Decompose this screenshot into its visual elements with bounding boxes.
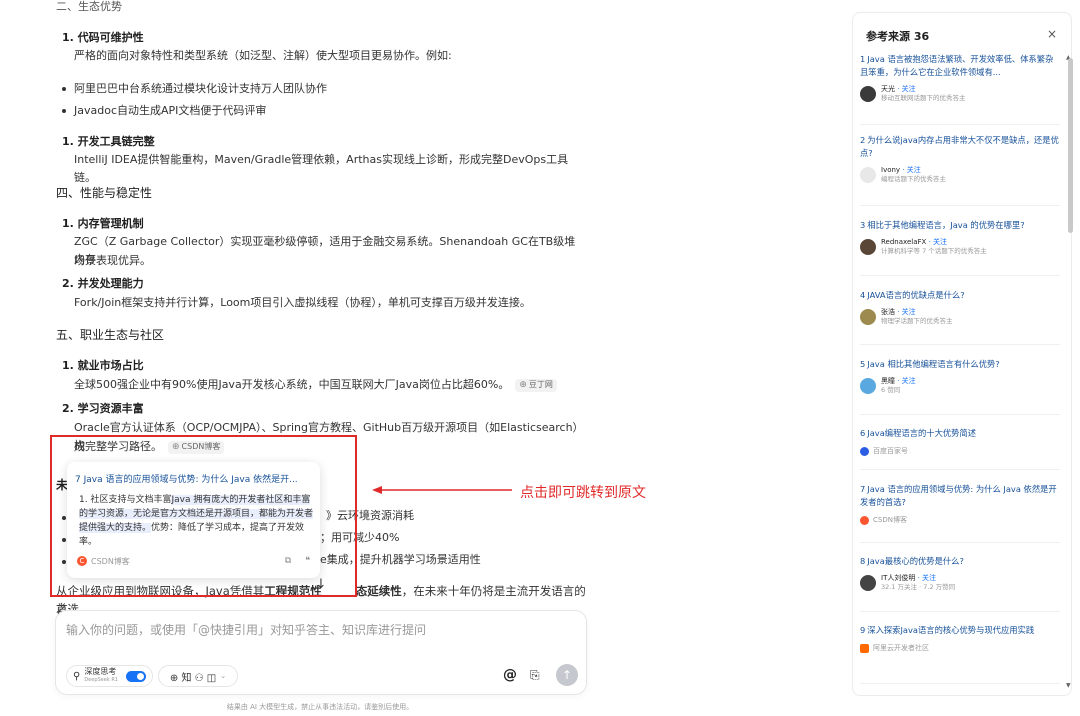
list-item-title: 1. 内存管理机制 (62, 217, 144, 230)
highlight-box (50, 435, 357, 597)
paragraph: Fork/Join框架支持并行计算，Loom项目引入虚拟线程（协程），单机可支撑… (74, 296, 531, 309)
close-icon[interactable]: × (1045, 27, 1059, 41)
section-heading: 二、生态优势 (56, 0, 122, 13)
list-item-title: 1. 就业市场占比 (62, 359, 144, 372)
disclaimer: 结果由 AI 大模型生成，禁止从事违法活动，请鉴别后使用。 (226, 703, 414, 711)
question-input-box[interactable]: 输入你的问题，或使用「@快捷引用」对知乎答主、知识库进行提问 ⚲ 深度思考 De… (55, 610, 587, 695)
reference-item[interactable]: 9 深入探索Java语言的核心优势与现代应用实践 阿里云开发者社区 (860, 624, 1060, 653)
list-item-title: 1. 开发工具链完整 (62, 135, 155, 148)
deep-think-label: 深度思考 (84, 667, 117, 676)
paragraph: e集成，提升机器学习场景适用性 (320, 553, 481, 566)
avatar (860, 86, 876, 102)
list-item-title: 2. 学习资源丰富 (62, 402, 144, 415)
avatar (860, 239, 876, 255)
paragraph: IntelliJ IDEA提供智能重构，Maven/Gradle管理依赖，Art… (74, 153, 569, 184)
annotation-text: 点击即可跳转到原文 (520, 485, 646, 501)
csdn-logo-icon (860, 515, 869, 525)
list-item-title: 2. 并发处理能力 (62, 277, 144, 290)
send-button[interactable]: ↑ (556, 664, 578, 686)
attachment-icon[interactable]: ⎘ (530, 668, 540, 683)
search-scope-selector[interactable]: ⊕ 知 ⚇ ◫ ⌄ (158, 665, 238, 687)
deep-think-model: DeepSeek R1 (84, 677, 118, 683)
reference-item[interactable]: 2 为什么说java内存占用非常大不仅不是缺点，还是优点? Ivony · 关注 … (860, 134, 1060, 184)
bullet-item: 阿里巴巴中台系统通过模块化设计支持万人团队协作 (62, 81, 327, 97)
baidu-logo-icon (860, 446, 869, 456)
deep-think-toggle[interactable]: ⚲ 深度思考 DeepSeek R1 (66, 665, 153, 687)
reference-item[interactable]: 5 Java 相比其他编程语言有什么优势? 黑瞳 · 关注 6 赞同 (860, 358, 1060, 395)
answer-content: 二、生态优势 1. 代码可维护性 严格的面向对象特性和类型系统（如泛型、注解）使… (0, 0, 600, 716)
avatar (860, 309, 876, 325)
reference-panel: 参考来源 36 × 1 Java 语言被抱怨语法繁琐、开发效率低、体系繁杂且笨重，… (852, 12, 1072, 696)
avatar (860, 575, 876, 591)
avatar (860, 167, 876, 183)
paragraph: 严格的面向对象特性和类型系统（如泛型、注解）使大型项目更易协作。例如: (74, 49, 452, 62)
list-item-title: 1. 代码可维护性 (62, 31, 144, 44)
question-input[interactable]: 输入你的问题，或使用「@快捷引用」对知乎答主、知识库进行提问 (66, 621, 426, 638)
paragraph: 场景表现优异。 (74, 254, 151, 267)
source-tag-doc88[interactable]: ⊕ 豆丁网 (515, 378, 557, 392)
annotation-arrow (372, 486, 512, 494)
reference-item[interactable]: 7 Java 语言的应用领域与优势: 为什么 Java 依然是开发者的首选? CS… (860, 483, 1060, 525)
section-heading: 五、职业生态与社区 (56, 328, 165, 342)
reference-item[interactable]: 6 Java编程语言的十大优势简述 百度百家号 (860, 427, 1060, 456)
globe-icon: ⊕ (519, 380, 527, 390)
mention-button[interactable]: @ (503, 667, 517, 683)
reference-item[interactable]: 4 JAVA语言的优缺点是什么? 张浩 · 关注 物理学话题下的优秀答主 (860, 289, 1060, 326)
aliyun-logo-icon (860, 643, 869, 653)
paragraph: 全球500强企业中有90%使用Java开发核心系统，中国互联网大厂Java岗位占… (74, 376, 582, 394)
deep-think-icon: ⚲ (73, 670, 81, 682)
toggle-switch[interactable] (125, 670, 146, 682)
avatar (860, 378, 876, 394)
section-heading: 四、性能与稳定性 (56, 186, 153, 200)
reference-item[interactable]: 1 Java 语言被抱怨语法繁琐、开发效率低、体系繁杂且笨重，为什么它在企业软件领… (860, 53, 1060, 103)
scope-icons: ⊕ 知 ⚇ ◫ (169, 672, 217, 684)
reference-item[interactable]: 8 Java最核心的优势是什么? IT人刘俊明 · 关注 32.1 万关注 · 7… (860, 555, 1060, 592)
chevron-down-icon: ⌄ (220, 672, 227, 680)
panel-title: 参考来源 36 (866, 30, 930, 43)
reference-item[interactable]: 3 相比于其他编程语言，Java 的优势在哪里? RednaxelaFX · 关注… (860, 219, 1060, 256)
bullet-item: Javadoc自动生成API文档便于代码评审 (62, 103, 266, 119)
panel-scrollbar[interactable] (1068, 58, 1073, 233)
scroll-down-arrow-icon[interactable]: ▼ (1066, 682, 1071, 689)
